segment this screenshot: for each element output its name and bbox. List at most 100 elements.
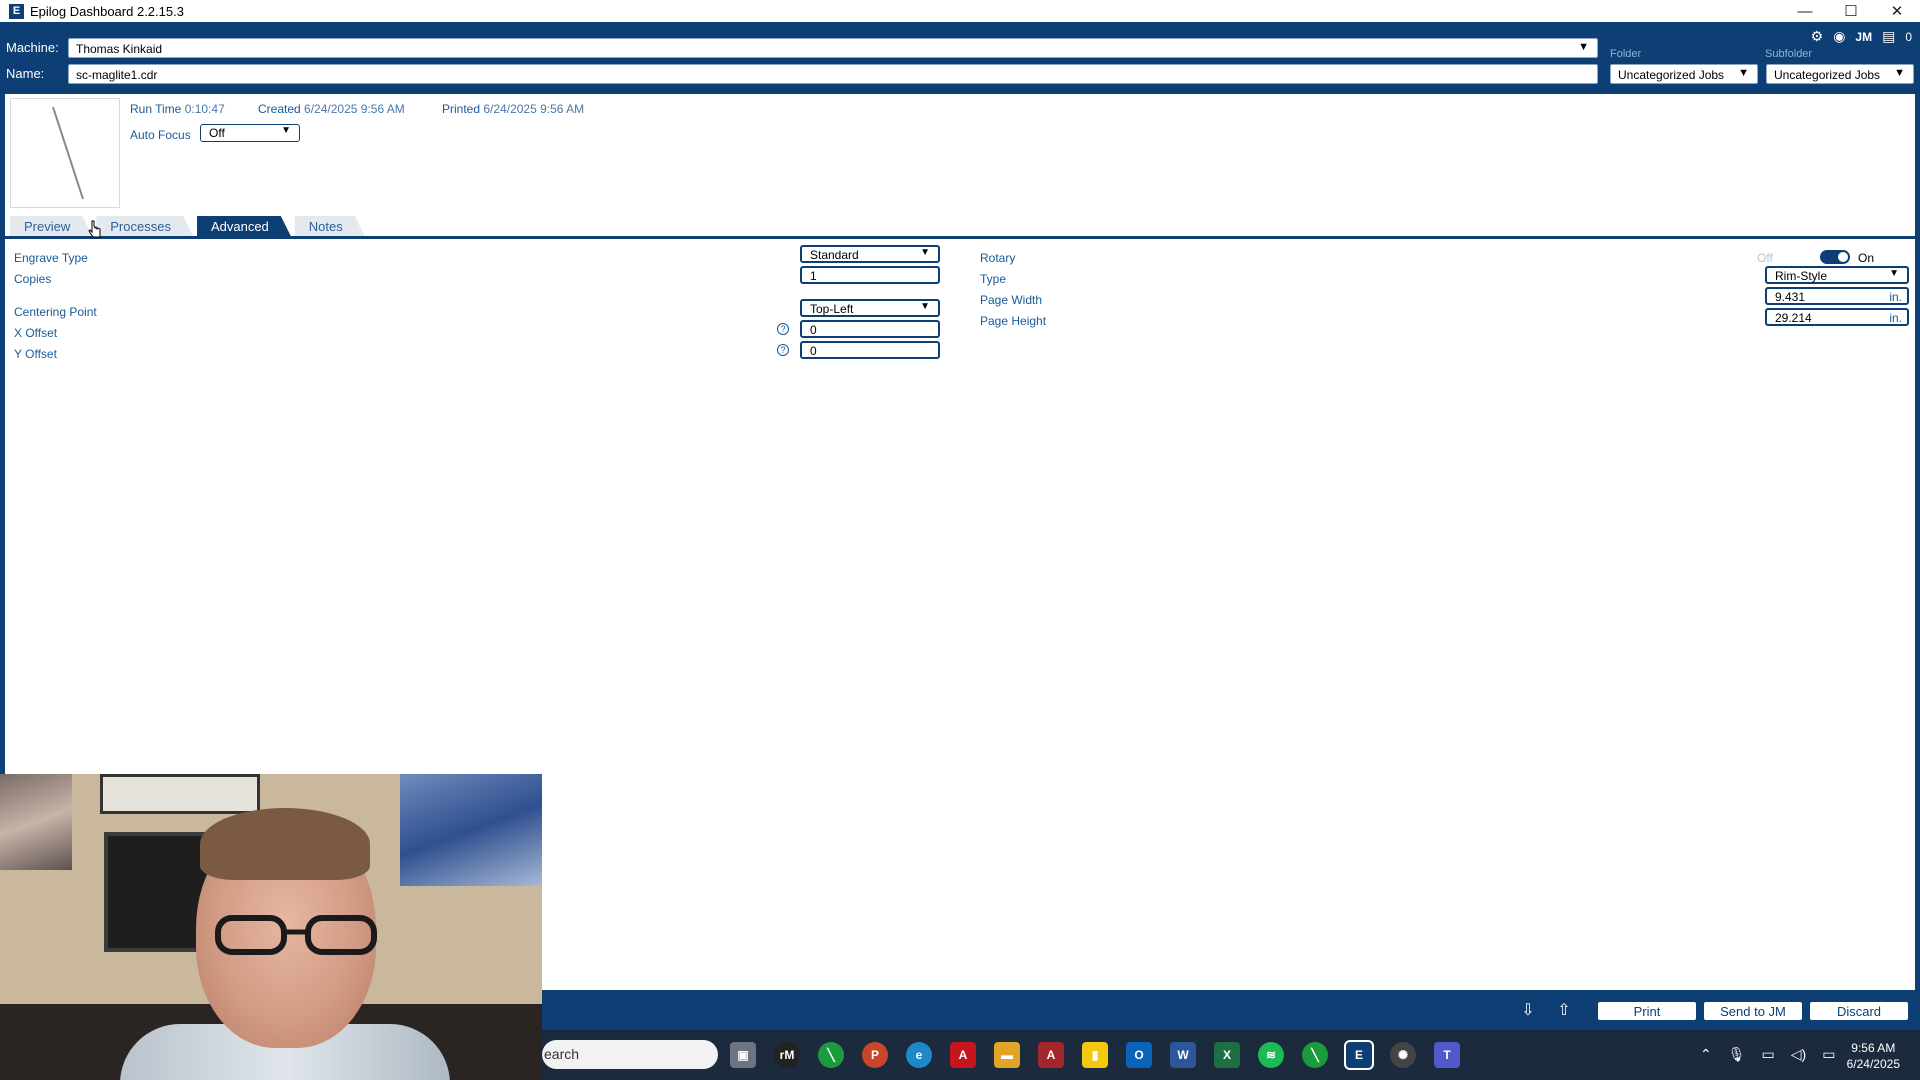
teams-icon[interactable]: T: [1434, 1042, 1460, 1068]
clock-time: 9:56 AM: [1851, 1041, 1896, 1055]
tab-preview[interactable]: Preview: [10, 216, 92, 236]
chevron-down-icon: ▼: [281, 125, 291, 136]
webcam-wall-art-right: [400, 774, 542, 886]
queue-icon[interactable]: ▤: [1882, 28, 1895, 45]
rotary-type-value: Rim-Style: [1775, 269, 1828, 283]
y-offset-value: 0: [810, 344, 817, 358]
system-tray: ⌃ 🎙 ▭ ◁) ▭: [1700, 1046, 1835, 1063]
export-icon[interactable]: ⇧: [1553, 1000, 1575, 1020]
webcam-framed-certificate: [100, 774, 260, 814]
folder-select[interactable]: Uncategorized Jobs ▼: [1610, 64, 1758, 84]
auto-focus-select[interactable]: Off ▼: [200, 124, 300, 142]
battery-icon[interactable]: ▭: [1822, 1046, 1835, 1063]
speaker-icon[interactable]: ◁): [1791, 1046, 1806, 1063]
chevron-down-icon: ▼: [1738, 67, 1749, 79]
run-time-label: Run Time: [130, 102, 182, 116]
page-height-input[interactable]: 29.214 in.: [1765, 308, 1909, 326]
copies-label: Copies: [14, 272, 52, 286]
taskbar-search-input[interactable]: earch: [542, 1040, 718, 1069]
subfolder-select[interactable]: Uncategorized Jobs ▼: [1766, 64, 1914, 84]
engrave-type-select[interactable]: Standard ▼: [800, 245, 940, 263]
auto-focus-value: Off: [209, 126, 225, 140]
send-to-jm-button[interactable]: Send to JM: [1704, 1002, 1802, 1020]
globe-icon[interactable]: ◉: [1833, 28, 1845, 45]
y-offset-input[interactable]: 0: [800, 341, 940, 359]
tab-bar: Preview Processes Advanced Notes: [10, 216, 369, 236]
subfolder-label: Subfolder: [1765, 48, 1813, 60]
page-width-label: Page Width: [980, 293, 1043, 307]
chevron-down-icon: ▼: [1894, 67, 1905, 79]
app-green-icon[interactable]: ╲: [818, 1042, 844, 1068]
chevron-down-icon: ▼: [920, 247, 930, 258]
rotary-toggle[interactable]: [1820, 250, 1850, 264]
app-rm-icon[interactable]: rM: [774, 1042, 800, 1068]
tab-processes[interactable]: Processes: [96, 216, 193, 236]
centering-point-value: Top-Left: [810, 302, 854, 316]
maximize-button[interactable]: ☐: [1828, 0, 1874, 22]
created-label: Created: [258, 102, 301, 116]
x-offset-value: 0: [810, 323, 817, 337]
preview-line-icon: [52, 106, 84, 200]
x-offset-input[interactable]: 0: [800, 320, 940, 338]
window-title: Epilog Dashboard 2.2.15.3: [30, 3, 184, 19]
printed-value: 6/24/2025 9:56 AM: [483, 102, 585, 116]
chatgpt-icon[interactable]: ✺: [1390, 1042, 1416, 1068]
access-icon[interactable]: A: [1038, 1042, 1064, 1068]
powerpoint-icon[interactable]: P: [862, 1042, 888, 1068]
app-green-icon-2[interactable]: ╲: [1302, 1042, 1328, 1068]
chevron-up-icon[interactable]: ⌃: [1700, 1046, 1712, 1063]
machine-value: Thomas Kinkaid: [76, 42, 163, 56]
printed-label: Printed: [442, 102, 481, 116]
webcam-person-glasses: [215, 915, 377, 955]
webcam-person-hair: [200, 808, 370, 880]
folder-value: Uncategorized Jobs: [1618, 68, 1725, 82]
tab-advanced[interactable]: Advanced: [197, 216, 291, 236]
excel-icon[interactable]: X: [1214, 1042, 1240, 1068]
job-thumbnail[interactable]: [10, 98, 120, 208]
run-time: Run Time 0:10:47: [130, 102, 225, 116]
minimize-button[interactable]: —: [1782, 0, 1828, 22]
word-icon[interactable]: W: [1170, 1042, 1196, 1068]
acrobat-icon[interactable]: A: [950, 1042, 976, 1068]
outlook-icon[interactable]: O: [1126, 1042, 1152, 1068]
power-bi-icon[interactable]: ▮: [1082, 1042, 1108, 1068]
rotary-type-select[interactable]: Rim-Style ▼: [1765, 266, 1909, 284]
name-label: Name:: [6, 66, 45, 81]
printed: Printed 6/24/2025 9:56 AM: [442, 102, 584, 116]
discard-button[interactable]: Discard: [1810, 1002, 1908, 1020]
rotary-on-label: On: [1858, 251, 1875, 265]
system-clock[interactable]: 9:56 AM 6/24/2025: [1847, 1040, 1900, 1072]
spotify-icon[interactable]: ≋: [1258, 1042, 1284, 1068]
task-view-icon[interactable]: ▣: [730, 1042, 756, 1068]
x-offset-help-icon[interactable]: ?: [777, 323, 789, 335]
machine-label: Machine:: [6, 40, 59, 55]
tab-divider: [5, 236, 1915, 239]
network-icon[interactable]: ▭: [1762, 1046, 1775, 1063]
file-explorer-icon[interactable]: ▬: [994, 1042, 1020, 1068]
tab-notes[interactable]: Notes: [295, 216, 365, 236]
edge-browser-icon[interactable]: e: [906, 1042, 932, 1068]
user-initials[interactable]: JM: [1855, 30, 1872, 44]
chevron-down-icon: ▼: [1578, 41, 1589, 53]
import-folder-icon[interactable]: ⇩: [1517, 1000, 1539, 1020]
engrave-type-value: Standard: [810, 248, 859, 262]
app-logo-icon: E: [9, 3, 24, 19]
webcam-wall-art-left: [0, 774, 72, 870]
epilog-dashboard-icon[interactable]: E: [1344, 1040, 1374, 1070]
webcam-overlay: [0, 774, 542, 1080]
name-input[interactable]: sc-maglite1.cdr: [68, 64, 1598, 84]
y-offset-help-icon[interactable]: ?: [777, 344, 789, 356]
created-value: 6/24/2025 9:56 AM: [304, 102, 405, 116]
y-offset-label: Y Offset: [14, 347, 57, 361]
print-button[interactable]: Print: [1598, 1002, 1696, 1020]
page-width-unit: in.: [1889, 290, 1902, 304]
copies-input[interactable]: 1: [800, 266, 940, 284]
page-width-input[interactable]: 9.431 in.: [1765, 287, 1909, 305]
microphone-icon[interactable]: 🎙: [1728, 1046, 1746, 1063]
rotary-type-label: Type: [980, 272, 1007, 286]
machine-select[interactable]: Thomas Kinkaid ▼: [68, 38, 1598, 58]
settings-gear-icon[interactable]: ⚙: [1811, 28, 1824, 45]
auto-focus-label: Auto Focus: [130, 128, 191, 142]
close-button[interactable]: ✕: [1874, 0, 1920, 22]
centering-point-select[interactable]: Top-Left ▼: [800, 299, 940, 317]
